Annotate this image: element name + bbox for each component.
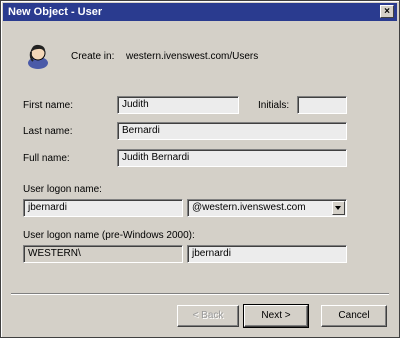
upn-suffix-value: @western.ivenswest.com [192, 202, 306, 213]
chevron-down-icon[interactable] [332, 201, 345, 215]
pre2000-label: User logon name (pre-Windows 2000): [23, 230, 195, 241]
logon-name-field[interactable]: jbernardi [23, 199, 183, 217]
create-in-label: Create in: [71, 51, 115, 62]
last-name-field[interactable]: Bernardi [117, 122, 347, 140]
create-in-path: western.ivenswest.com/Users [126, 51, 259, 62]
full-name-label: Full name: [23, 153, 70, 164]
dialog-title: New Object - User [8, 6, 103, 18]
separator [11, 293, 389, 295]
back-button[interactable]: < Back [177, 305, 239, 327]
user-icon [28, 44, 48, 69]
upn-suffix-dropdown[interactable]: @western.ivenswest.com [187, 199, 347, 217]
new-object-user-dialog: New Object - User × Create in: western.i… [0, 0, 400, 338]
initials-label: Initials: [258, 100, 290, 111]
pre2000-logon-field[interactable]: jbernardi [187, 245, 347, 263]
pre2000-domain-field: WESTERN\ [23, 245, 183, 263]
full-name-field[interactable]: Judith Bernardi [117, 149, 347, 167]
close-button[interactable]: × [380, 5, 394, 18]
first-name-label: First name: [23, 100, 74, 111]
title-bar[interactable]: New Object - User × [3, 3, 397, 21]
first-name-field[interactable]: Judith [117, 96, 239, 114]
logon-name-label: User logon name: [23, 184, 102, 195]
initials-field[interactable] [297, 96, 347, 114]
last-name-label: Last name: [23, 126, 73, 137]
next-button[interactable]: Next > [243, 304, 309, 328]
cancel-button[interactable]: Cancel [321, 305, 387, 327]
